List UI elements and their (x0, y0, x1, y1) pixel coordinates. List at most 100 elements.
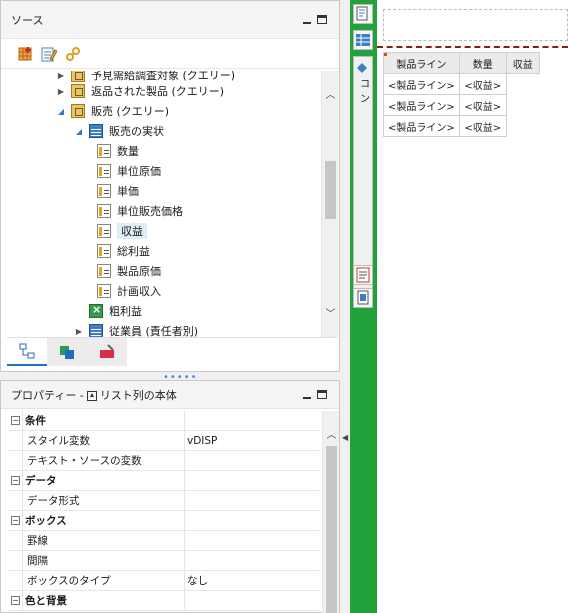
scroll-down-icon[interactable]: ﹀ (322, 305, 338, 320)
insert-data-icon[interactable] (17, 46, 33, 62)
tree-scrollbar[interactable]: ︿ ﹀ (321, 71, 338, 337)
property-style-variable[interactable]: スタイル変数 vDISP (9, 431, 319, 451)
property-group-color-background[interactable]: − 色と背景 (9, 591, 319, 611)
layout-button[interactable] (353, 288, 373, 308)
minimize-icon[interactable] (303, 21, 311, 24)
tree-item-planned-revenue[interactable]: 計画収入 (93, 281, 161, 301)
property-group-box[interactable]: − ボックス (9, 511, 319, 531)
refresh-link-icon[interactable] (65, 46, 81, 62)
properties-scrollbar[interactable]: ︿ (322, 411, 339, 613)
tree-item-unit-price[interactable]: 単価 (93, 181, 139, 201)
toolbox-icon (100, 344, 114, 358)
property-value[interactable]: vDISP (185, 431, 319, 450)
tree-item-unit-sale-price[interactable]: 単位販売価格 (93, 201, 183, 221)
minimize-icon[interactable] (303, 396, 311, 399)
list-cell[interactable]: <製品ライン> (383, 115, 460, 137)
list-cell[interactable]: <収益> (458, 94, 507, 116)
tree-item-employee[interactable]: ▶ 従業員 (責任者別) (73, 321, 198, 337)
property-box-type[interactable]: ボックスのタイプ なし (9, 571, 319, 591)
property-value[interactable] (185, 451, 319, 470)
condition-explorer-area: コン (353, 56, 373, 292)
list-cell[interactable]: <収益> (458, 73, 507, 95)
scroll-up-icon[interactable]: ︿ (322, 86, 338, 101)
list-row: <製品ライン> <収益> (383, 73, 540, 95)
edit-query-icon[interactable] (41, 46, 57, 62)
table-icon (89, 124, 103, 138)
property-border[interactable]: 罫線 (9, 531, 319, 551)
query-icon (71, 84, 85, 98)
page-body-boundary (377, 46, 568, 48)
expand-arrow-icon[interactable]: ▶ (55, 71, 67, 80)
collapse-left-icon[interactable]: ◀ (342, 433, 348, 442)
collapse-toggle-icon[interactable]: − (11, 476, 20, 485)
tree-item-product-cost[interactable]: 製品原価 (93, 261, 161, 281)
property-name: ボックス (23, 511, 185, 530)
property-spacing[interactable]: 間隔 (9, 551, 319, 571)
list-view-icon (356, 34, 370, 46)
list-cell[interactable]: <製品ライン> (383, 94, 460, 116)
list-row: <製品ライン> <収益> (383, 94, 540, 116)
list-header-row: 製品ライン 数量 収益 (383, 52, 540, 74)
list-column-title[interactable]: 製品ライン (383, 52, 460, 74)
property-name: スタイル変数 (23, 431, 185, 450)
tab-data-items[interactable] (47, 338, 87, 366)
expand-arrow-icon[interactable]: ▶ (73, 327, 85, 336)
tree-item-quantity[interactable]: 数量 (93, 141, 139, 161)
property-value (185, 511, 319, 530)
property-text-source-variable[interactable]: テキスト・ソースの変数 (9, 451, 319, 471)
page-header-zone[interactable] (383, 9, 568, 41)
property-value (185, 591, 319, 610)
maximize-icon[interactable] (317, 15, 327, 24)
vertical-splitter[interactable]: ◀ (340, 0, 350, 613)
tree-item-sales-facts[interactable]: ◢ 販売の実状 (73, 121, 164, 141)
property-value[interactable]: なし (185, 571, 319, 590)
tree-item-label: 販売の実状 (109, 125, 164, 138)
list-object[interactable]: 製品ライン 数量 収益 <製品ライン> <収益> <製品ライン> <収益> <製… (383, 52, 540, 137)
scroll-up-icon[interactable]: ︿ (323, 426, 340, 441)
query-explorer-button[interactable] (353, 30, 373, 50)
tree-item-label: 製品原価 (117, 265, 161, 278)
list-column-title[interactable]: 数量 (458, 52, 507, 74)
calculation-icon (89, 303, 103, 318)
property-name: 間隔 (23, 551, 185, 570)
list-cell[interactable]: <収益> (458, 115, 507, 137)
list-column-title[interactable]: 収益 (505, 52, 540, 74)
source-tabs (7, 337, 337, 366)
collapse-arrow-icon[interactable]: ◢ (73, 127, 85, 136)
tree-item-gross-profit[interactable]: 総利益 (93, 241, 150, 261)
scrollbar-thumb[interactable] (325, 161, 336, 219)
list-selector-icon[interactable] (384, 53, 387, 56)
tree-item-unit-cost[interactable]: 単位原価 (93, 161, 161, 181)
tab-source-tree[interactable] (7, 338, 47, 366)
expand-arrow-icon[interactable]: ▶ (55, 87, 67, 96)
tree-item-gross-margin[interactable]: 粗利益 (85, 301, 142, 321)
collapse-arrow-icon[interactable]: ◢ (55, 107, 67, 116)
scrollbar-thumb[interactable] (326, 446, 337, 613)
property-value[interactable] (185, 551, 319, 570)
collapse-toggle-icon[interactable]: − (11, 416, 20, 425)
property-group-conditional[interactable]: − 条件 (9, 411, 319, 431)
tree-item-label: 総利益 (117, 245, 150, 258)
collapse-toggle-icon[interactable]: − (11, 516, 20, 525)
source-tree: ▶ 予見需給調査対象 (クエリー) ▶ 返品された製品 (クエリー) ◢ 販売 … (7, 71, 338, 337)
measure-icon (97, 284, 111, 298)
measure-icon (97, 164, 111, 178)
property-value[interactable] (185, 491, 319, 510)
source-tree-icon (19, 343, 35, 359)
maximize-icon[interactable] (317, 390, 327, 399)
tree-item-returned-products[interactable]: ▶ 返品された製品 (クエリー) (55, 81, 224, 101)
property-value[interactable] (185, 531, 319, 550)
tab-toolbox[interactable] (87, 338, 127, 366)
property-data-format[interactable]: データ形式 (9, 491, 319, 511)
property-group-data[interactable]: − データ (9, 471, 319, 491)
select-ancestor-icon[interactable] (86, 390, 97, 401)
list-cell[interactable]: <製品ライン> (383, 73, 460, 95)
tree-item-revenue[interactable]: 収益 (93, 221, 147, 241)
collapse-toggle-icon[interactable]: − (11, 596, 20, 605)
report-button[interactable] (353, 265, 373, 285)
tree-item-sales-query[interactable]: ◢ 販売 (クエリー) (55, 101, 169, 121)
property-name: 罫線 (23, 531, 185, 550)
page-explorer-button[interactable] (353, 4, 373, 24)
layout-icon (357, 290, 369, 305)
table-icon (89, 324, 103, 337)
